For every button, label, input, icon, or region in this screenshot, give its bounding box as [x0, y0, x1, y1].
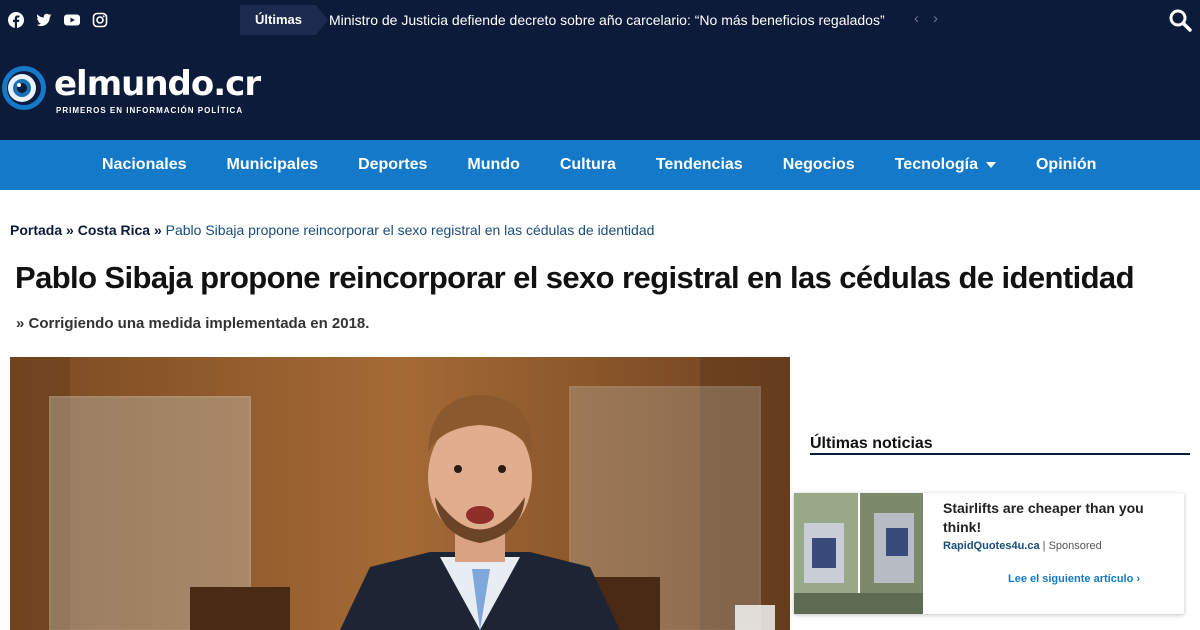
site-header: elmundo.cr PRIMEROS EN INFORMACIÓN POLÍT…: [0, 40, 1200, 140]
site-logo-text[interactable]: elmundo.cr: [54, 64, 261, 104]
ad-sponsored-label: Sponsored: [1048, 540, 1102, 552]
ad-thumbnail[interactable]: [794, 493, 923, 614]
nav-item-tecnologia-label: Tecnología: [894, 156, 978, 173]
nav-item-municipales[interactable]: Municipales: [206, 140, 338, 190]
breadcrumb: Portada » Costa Rica » Pablo Sibaja prop…: [10, 222, 654, 238]
twitter-icon[interactable]: [36, 12, 52, 28]
breadcrumb-home[interactable]: Portada: [10, 222, 62, 238]
nav-item-nacionales[interactable]: Nacionales: [82, 140, 206, 190]
ad-separator: |: [1042, 540, 1046, 552]
ticker-headline[interactable]: Ministro de Justicia defiende decreto so…: [329, 12, 885, 28]
article-hero-image: [10, 357, 790, 630]
nav-item-deportes[interactable]: Deportes: [338, 140, 447, 190]
page-title: Pablo Sibaja propone reincorporar el sex…: [15, 260, 1135, 295]
nav-item-cultura[interactable]: Cultura: [540, 140, 636, 190]
instagram-icon[interactable]: [92, 12, 108, 28]
breadcrumb-separator: »: [66, 222, 74, 238]
top-bar: Últimas Ministro de Justicia defiende de…: [0, 0, 1200, 40]
ticker-prev-button[interactable]: ‹: [914, 10, 933, 27]
search-icon[interactable]: [1168, 8, 1192, 32]
nav-item-negocios[interactable]: Negocios: [763, 140, 875, 190]
eye-logo-icon[interactable]: [0, 64, 48, 112]
nav-item-tecnologia[interactable]: Tecnología: [875, 140, 1016, 190]
breadcrumb-current: Pablo Sibaja propone reincorporar el sex…: [165, 222, 655, 238]
nav-item-opinion[interactable]: Opinión: [1016, 140, 1116, 190]
nav-items: Nacionales Municipales Deportes Mundo Cu…: [82, 140, 1116, 190]
ticker-label: Últimas: [240, 5, 328, 35]
breadcrumb-section[interactable]: Costa Rica: [78, 222, 150, 238]
sidebar-divider: [810, 453, 1190, 455]
ticker-next-button[interactable]: ›: [933, 10, 952, 27]
ad-source: RapidQuotes4u.ca | Sponsored: [943, 540, 1102, 552]
nav-item-mundo[interactable]: Mundo: [447, 140, 539, 190]
sponsored-ad-card[interactable]: Stairlifts are cheaper than you think! R…: [794, 493, 1184, 614]
nav-item-tendencias[interactable]: Tendencias: [636, 140, 763, 190]
sidebar-heading: Últimas noticias: [810, 435, 933, 452]
ad-title[interactable]: Stairlifts are cheaper than you think!: [943, 499, 1173, 537]
breadcrumb-separator: »: [153, 222, 162, 238]
site-tagline: PRIMEROS EN INFORMACIÓN POLÍTICA: [56, 106, 244, 115]
main-nav: Nacionales Municipales Deportes Mundo Cu…: [0, 140, 1200, 190]
youtube-icon[interactable]: [64, 12, 80, 28]
ad-source-name[interactable]: RapidQuotes4u.ca: [943, 540, 1040, 552]
article-subtitle: » Corrigiendo una medida implementada en…: [16, 315, 370, 332]
ticker-controls: ‹›: [914, 10, 952, 27]
read-next-link[interactable]: Lee el siguiente artículo ›: [1008, 573, 1140, 585]
social-links: [8, 12, 108, 28]
chevron-down-icon: [985, 161, 996, 168]
facebook-icon[interactable]: [8, 12, 24, 28]
